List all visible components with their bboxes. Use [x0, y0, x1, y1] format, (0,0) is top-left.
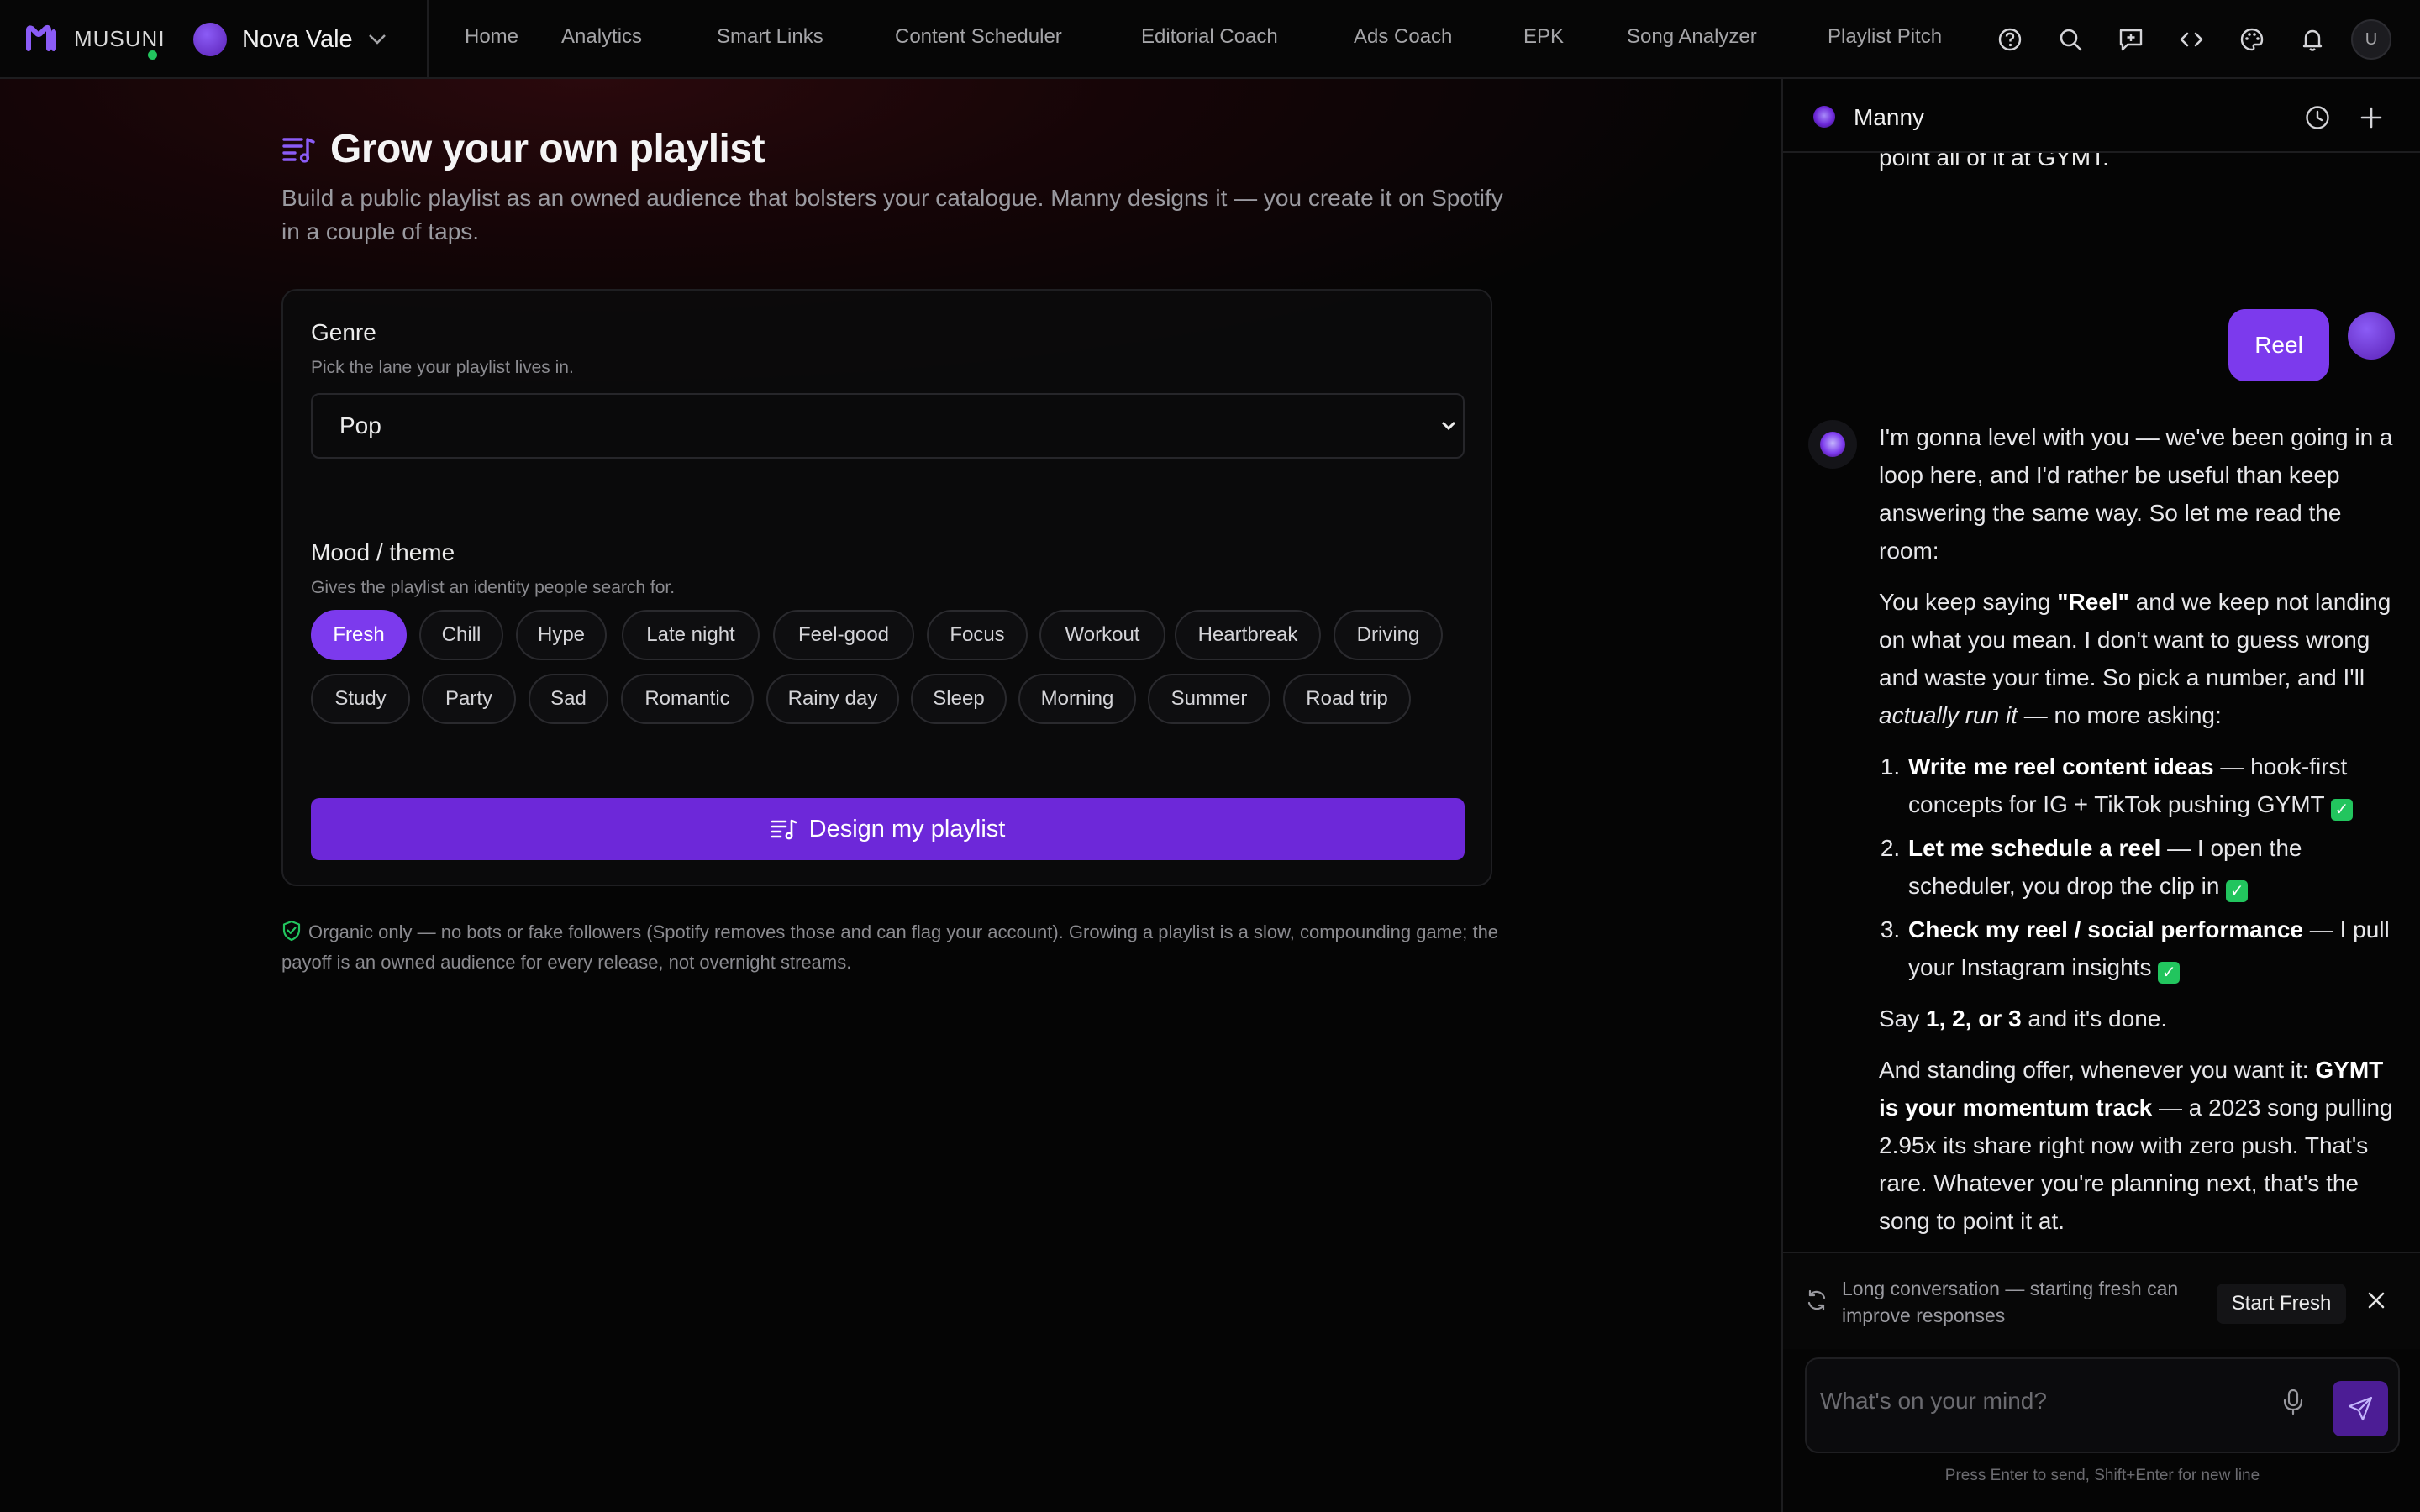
shield-check-icon: [282, 920, 301, 942]
nav-song-analyzer[interactable]: Song Analyzer: [1627, 25, 1757, 49]
reply-options-list: Write me reel content ideas — hook-first…: [1907, 748, 2400, 986]
chevron-down-icon: [368, 34, 386, 45]
help-icon[interactable]: [1995, 24, 2025, 55]
nav-smart-links[interactable]: Smart Links: [717, 25, 823, 49]
genre-select-value: Pop: [339, 412, 381, 438]
message-composer: [1805, 1357, 2400, 1453]
user-message-bubble: Reel: [2228, 309, 2329, 381]
main-content: Grow your own playlist Build a public pl…: [0, 79, 1781, 1512]
mood-chip-feel-good[interactable]: Feel-good: [773, 610, 914, 660]
page-subtitle: Build a public playlist as an owned audi…: [281, 185, 1503, 244]
genre-hint: Pick the lane your playlist lives in.: [311, 358, 574, 377]
long-conversation-banner: Long conversation — starting fresh can i…: [1783, 1252, 2420, 1349]
chat-header: Manny: [1783, 79, 2420, 153]
assistant-name: Manny: [1854, 104, 1925, 130]
mood-chip-morning[interactable]: Morning: [1018, 674, 1136, 724]
mood-chip-sad[interactable]: Sad: [529, 674, 608, 724]
reply-option-1[interactable]: Write me reel content ideas — hook-first…: [1907, 748, 2400, 823]
reply-paragraph: And standing offer, whenever you want it…: [1879, 1057, 2393, 1234]
artist-avatar: [193, 23, 227, 56]
genre-label: Genre: [311, 319, 376, 345]
chevron-down-icon: [1441, 421, 1456, 431]
banner-text: Long conversation — starting fresh can i…: [1842, 1278, 2179, 1326]
mood-chip-focus[interactable]: Focus: [927, 610, 1028, 660]
close-icon[interactable]: [2365, 1289, 2388, 1312]
mood-chip-study[interactable]: Study: [311, 674, 410, 724]
chat-panel: Manny point all of it at GYMT. Reel I'm …: [1781, 79, 2420, 1512]
organic-note-text: Organic only — no bots or fake followers…: [281, 921, 1499, 973]
organic-note: Organic only — no bots or fake followers…: [281, 917, 1508, 978]
manny-avatar: [1813, 106, 1835, 128]
check-mark-icon: ✓: [2226, 880, 2249, 902]
nav-playlist-pitch[interactable]: Playlist Pitch: [1828, 25, 1942, 49]
palette-icon[interactable]: [2237, 24, 2267, 55]
reply-option-2[interactable]: Let me schedule a reel — I open the sche…: [1907, 829, 2400, 905]
musuni-logo-icon: [26, 24, 56, 51]
page-title: Grow your own playlist: [330, 127, 765, 171]
artist-switcher[interactable]: Nova Vale: [193, 22, 387, 57]
composer-hint: Press Enter to send, Shift+Enter for new…: [1944, 1467, 2260, 1484]
artist-name: Nova Vale: [242, 25, 353, 53]
new-chat-plus-icon[interactable]: [2356, 102, 2386, 133]
message-plus-icon[interactable]: [2116, 24, 2146, 55]
mood-hint: Gives the playlist an identity people se…: [311, 578, 676, 597]
nav-editorial-coach[interactable]: Editorial Coach: [1141, 25, 1278, 49]
design-playlist-button[interactable]: Design my playlist: [311, 798, 1465, 860]
start-fresh-button[interactable]: Start Fresh: [2217, 1284, 2346, 1324]
page-header: Grow your own playlist: [281, 126, 765, 172]
playlist-icon: [771, 819, 797, 840]
mood-chip-driving[interactable]: Driving: [1334, 610, 1443, 660]
mood-chip-fresh[interactable]: Fresh: [311, 610, 407, 660]
mood-chip-workout[interactable]: Workout: [1039, 610, 1165, 660]
reply-paragraph: Say 1, 2, or 3 and it's done.: [1879, 1005, 2168, 1032]
mood-chip-summer[interactable]: Summer: [1148, 674, 1270, 724]
reply-paragraph: You keep saying "Reel" and we keep not l…: [1879, 589, 2391, 728]
playlist-icon: [282, 137, 315, 163]
send-button[interactable]: [2333, 1381, 2388, 1436]
user-message-avatar: [2348, 312, 2395, 360]
check-mark-icon: ✓: [2330, 799, 2353, 821]
assistant-message: I'm gonna level with you — we've been go…: [1879, 418, 2400, 1253]
previous-message-text: point all of it at GYMT.: [1879, 153, 2109, 171]
genre-select[interactable]: Pop: [311, 393, 1465, 459]
mood-chip-romantic[interactable]: Romantic: [621, 674, 754, 724]
online-status-dot: [148, 50, 157, 60]
topbar-divider: [427, 0, 429, 79]
history-icon[interactable]: [2302, 102, 2333, 133]
mood-chip-rainy-day[interactable]: Rainy day: [766, 674, 899, 724]
manny-message-avatar: [1808, 420, 1857, 469]
mood-chip-hype[interactable]: Hype: [516, 610, 607, 660]
mood-chip-heartbreak[interactable]: Heartbreak: [1175, 610, 1321, 660]
refresh-icon: [1807, 1289, 1826, 1311]
brand-logo[interactable]: MUSUNI: [25, 24, 166, 54]
nav-analytics[interactable]: Analytics: [561, 25, 642, 49]
chat-messages: point all of it at GYMT. Reel I'm gonna …: [1783, 153, 2420, 1326]
design-playlist-label: Design my playlist: [808, 815, 1006, 843]
mood-chip-sleep[interactable]: Sleep: [911, 674, 1007, 724]
nav-ads-coach[interactable]: Ads Coach: [1354, 25, 1452, 49]
mood-chip-party[interactable]: Party: [422, 674, 516, 724]
reply-option-3[interactable]: Check my reel / social performance — I p…: [1907, 911, 2400, 986]
reply-paragraph: I'm gonna level with you — we've been go…: [1879, 424, 2393, 564]
message-input[interactable]: [1820, 1383, 2257, 1420]
mood-chip-road-trip[interactable]: Road trip: [1283, 674, 1411, 724]
check-mark-icon: ✓: [2158, 962, 2181, 984]
bell-icon[interactable]: [2297, 24, 2328, 55]
mood-label: Mood / theme: [311, 539, 455, 565]
microphone-icon[interactable]: [2282, 1388, 2304, 1416]
nav-epk[interactable]: EPK: [1523, 25, 1564, 49]
mood-chip-late-night[interactable]: Late night: [622, 610, 760, 660]
top-bar: MUSUNI Nova Vale Home Analytics Smart Li…: [0, 0, 2420, 79]
code-icon[interactable]: [2176, 24, 2207, 55]
mood-chip-chill[interactable]: Chill: [419, 610, 503, 660]
send-icon: [2348, 1396, 2373, 1421]
playlist-form-card: Genre Pick the lane your playlist lives …: [281, 289, 1492, 886]
user-avatar[interactable]: U: [2351, 19, 2391, 60]
nav-home[interactable]: Home: [465, 25, 518, 49]
search-icon[interactable]: [2055, 24, 2086, 55]
brand-name: MUSUNI: [74, 25, 166, 51]
nav-content-scheduler[interactable]: Content Scheduler: [895, 25, 1062, 49]
